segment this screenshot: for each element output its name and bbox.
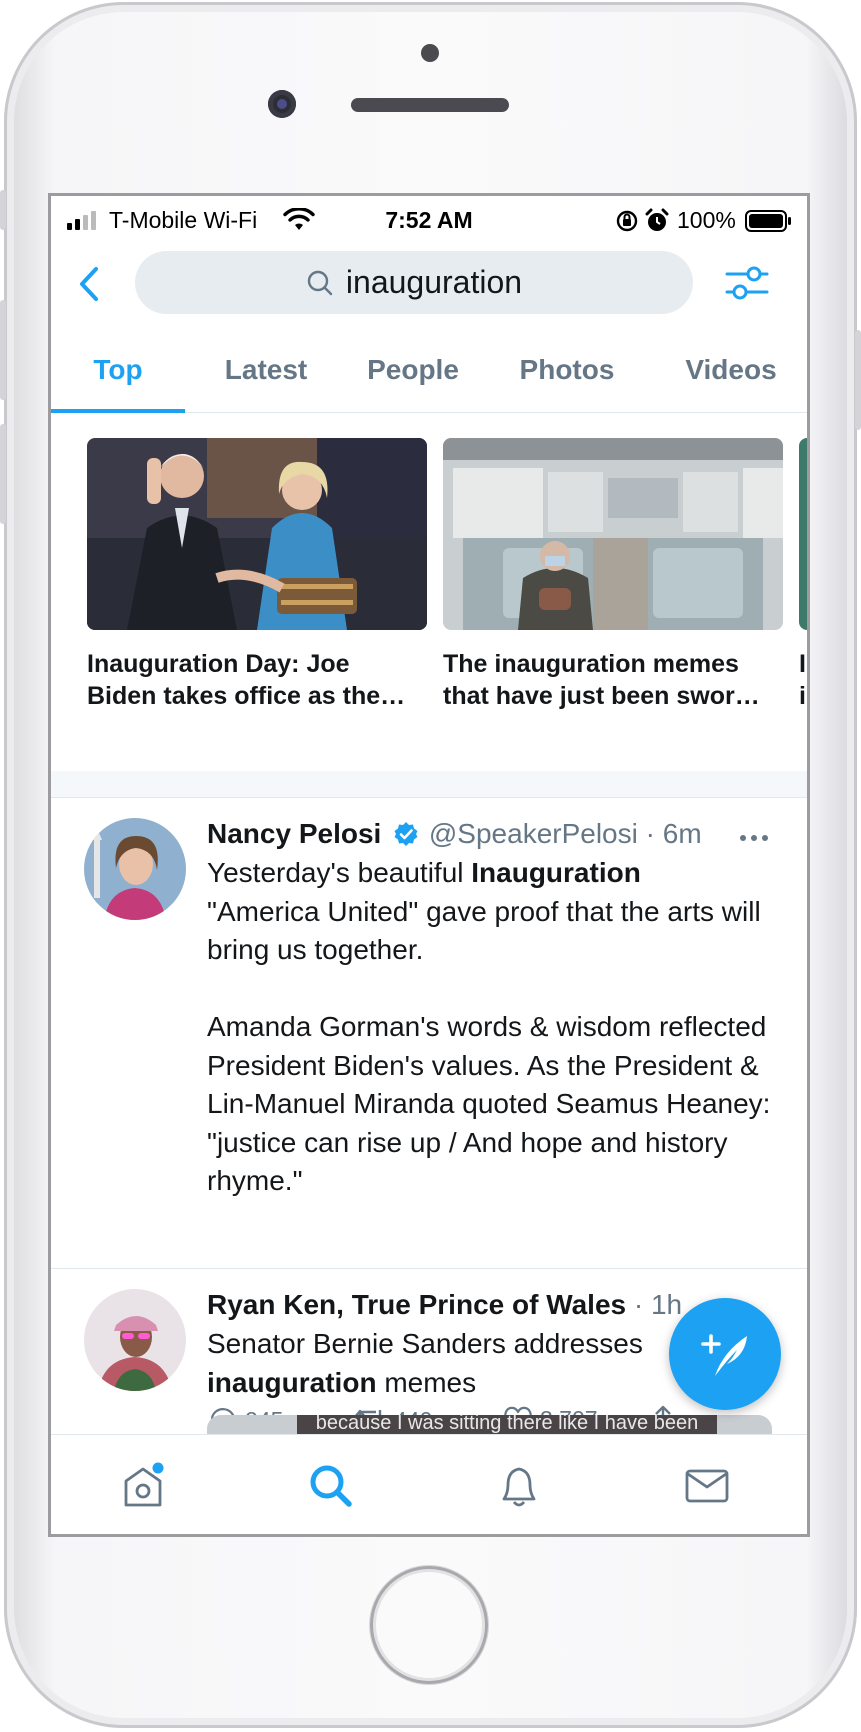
tab-latest[interactable]: Latest [201,328,331,412]
news-card-title: I i [799,650,806,710]
search-input[interactable]: inauguration [135,251,693,314]
front-camera [268,90,296,118]
news-card[interactable]: Inauguration Day: Joe Biden takes office… [87,438,427,712]
earpiece-speaker [351,98,509,112]
nav-messages[interactable] [679,1461,735,1511]
nav-home[interactable] [115,1461,171,1511]
nav-search[interactable] [303,1461,359,1511]
tweet-text: Yesterday's beautiful Inauguration "Amer… [207,854,787,1201]
volume-down-button [0,424,6,524]
screen: T-Mobile Wi-Fi 7:52 AM 100% inauguration… [48,193,810,1537]
side-button [0,190,6,230]
search-icon [307,270,333,295]
carrier-label: T-Mobile Wi-Fi [109,207,258,233]
news-card[interactable]: The inauguration memes that have just be… [443,438,783,712]
nav-notifications[interactable] [491,1461,547,1511]
search-tabs: Top Latest People Photos Videos [51,328,807,413]
more-options-button[interactable] [739,818,769,850]
tweet-dot: · [633,1289,651,1320]
tweet-time: 1h [650,1289,683,1320]
search-term-highlight: Inauguration [471,857,641,888]
battery-icon [745,210,791,232]
news-card[interactable]: I i [799,438,807,712]
search-query: inauguration [345,264,523,300]
news-carousel: Inauguration Day: Joe Biden takes office… [51,413,807,743]
tweet-author-handle: @SpeakerPelosi [428,818,638,849]
tab-videos[interactable]: Videos [661,328,801,412]
search-filter-button[interactable] [723,259,771,307]
news-card-image [87,438,427,630]
tweet-author-name[interactable]: Ryan Ken, True Prince of Wales [207,1289,626,1320]
news-card-image [799,438,807,630]
tweet-text-part: Senator Bernie Sanders addresses [207,1328,643,1359]
tweet-author-name[interactable]: Nancy Pelosi [207,818,381,849]
verified-badge-icon [394,822,418,846]
more-dots-icon [740,835,768,841]
tab-top[interactable]: Top [51,328,185,413]
tweet-time: 6m [662,818,702,849]
battery-percentage: 100% [677,207,736,233]
compose-feather-icon [701,1334,747,1376]
power-button [855,330,861,430]
clock: 7:52 AM [385,207,473,233]
rotation-lock-icon [616,210,638,232]
chevron-left-icon [80,267,98,301]
status-bar: T-Mobile Wi-Fi 7:52 AM 100% [51,196,807,244]
mail-icon [685,1469,729,1503]
tweet-header: Nancy Pelosi @SpeakerPelosi · 6m [207,818,702,850]
tweet-header: Ryan Ken, True Prince of Wales · 1h [207,1289,682,1321]
tweet-text-part: Yesterday's beautiful [207,857,472,888]
volume-up-button [0,300,6,400]
proximity-sensor [421,44,439,62]
search-term-highlight: inauguration [207,1366,377,1398]
tab-people[interactable]: People [343,328,483,412]
alarm-icon [645,208,669,231]
search-icon [310,1465,352,1507]
news-card-image [443,438,783,630]
home-button[interactable] [370,1566,488,1684]
news-card-title: Inauguration Day: Joe Biden takes office… [87,650,406,710]
news-card-title: The inauguration memes that have just be… [443,650,760,710]
avatar[interactable] [84,818,186,920]
back-button[interactable] [71,262,107,306]
sliders-icon [725,266,769,300]
home-icon [124,1462,164,1507]
compose-tweet-button[interactable] [669,1298,781,1410]
bottom-navigation [51,1434,807,1534]
avatar[interactable] [84,1289,186,1391]
bell-icon [502,1467,536,1507]
tweet-text-part: "America United" gave proof that the art… [207,895,771,1197]
tweet-dot: · [645,818,663,849]
section-separator [51,771,807,798]
tab-photos[interactable]: Photos [497,328,637,412]
tweet-text-part: memes [376,1366,477,1398]
signal-icon [67,211,96,230]
wifi-icon [283,208,315,230]
